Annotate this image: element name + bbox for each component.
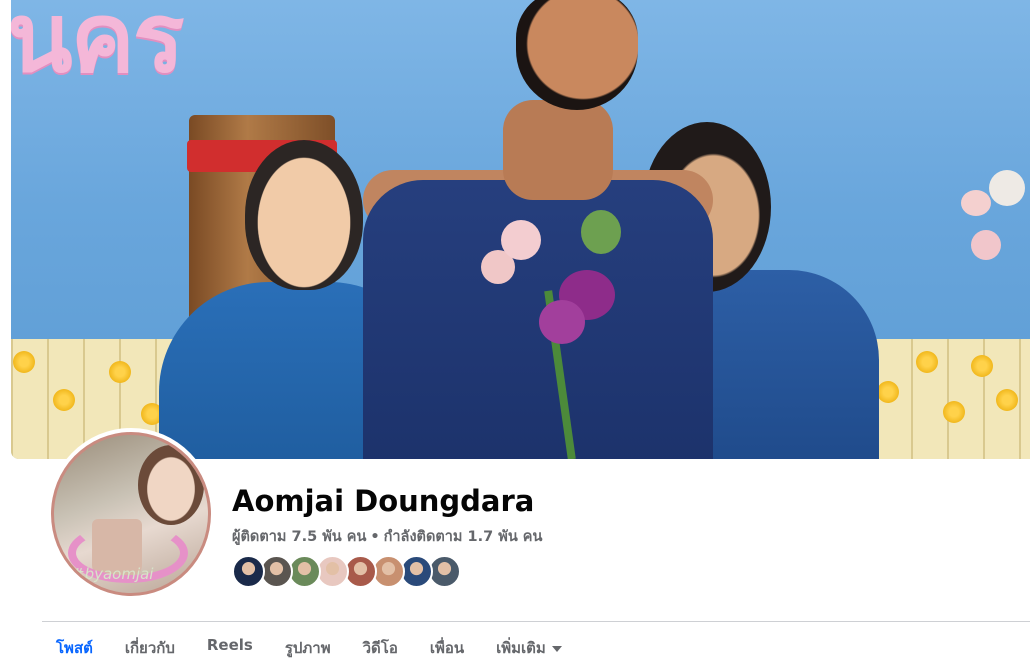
follow-stats: ผู้ติดตาม 7.5 พัน คน • กำลังติดตาม 1.7 พัน… bbox=[232, 525, 542, 548]
tab-about[interactable]: เกี่ยวกับ bbox=[109, 636, 191, 666]
friend-avatar[interactable] bbox=[232, 555, 265, 588]
tab-reels[interactable]: Reels bbox=[191, 636, 269, 666]
profile-name: Aomjai Doungdara bbox=[232, 484, 535, 518]
followers-link[interactable]: ผู้ติดตาม 7.5 พัน คน bbox=[232, 529, 366, 545]
chevron-down-icon bbox=[551, 645, 562, 652]
following-link[interactable]: กำลังติดตาม 1.7 พัน คน bbox=[384, 529, 543, 545]
stats-separator: • bbox=[370, 529, 380, 545]
cover-person-center-head bbox=[516, 0, 638, 110]
cover-bouquet bbox=[481, 200, 641, 459]
tab-more[interactable]: เพิ่มเติม bbox=[480, 636, 578, 666]
friend-avatars bbox=[232, 555, 461, 589]
tab-videos[interactable]: วิดีโอ bbox=[347, 636, 414, 666]
profile-watermark: #byaomjai bbox=[72, 565, 154, 583]
tab-friends[interactable]: เพื่อน bbox=[414, 636, 480, 666]
cover-backdrop-text: นคร bbox=[11, 0, 184, 94]
profile-tabs: โพสต์ เกี่ยวกับ Reels รูปภาพ วิดีโอ เพื่… bbox=[44, 636, 578, 666]
tab-posts[interactable]: โพสต์ bbox=[44, 636, 109, 666]
tab-photos[interactable]: รูปภาพ bbox=[269, 636, 347, 666]
cover-person-center-neck bbox=[503, 100, 613, 200]
profile-picture-image: #byaomjai bbox=[51, 432, 211, 596]
profile-picture[interactable]: #byaomjai bbox=[47, 428, 215, 600]
tabs-divider bbox=[42, 621, 1030, 622]
cover-side-flowers bbox=[961, 170, 1030, 290]
profile-face bbox=[138, 445, 204, 525]
cover-person-left-head bbox=[245, 140, 363, 290]
cover-photo[interactable]: นคร bbox=[11, 0, 1030, 459]
